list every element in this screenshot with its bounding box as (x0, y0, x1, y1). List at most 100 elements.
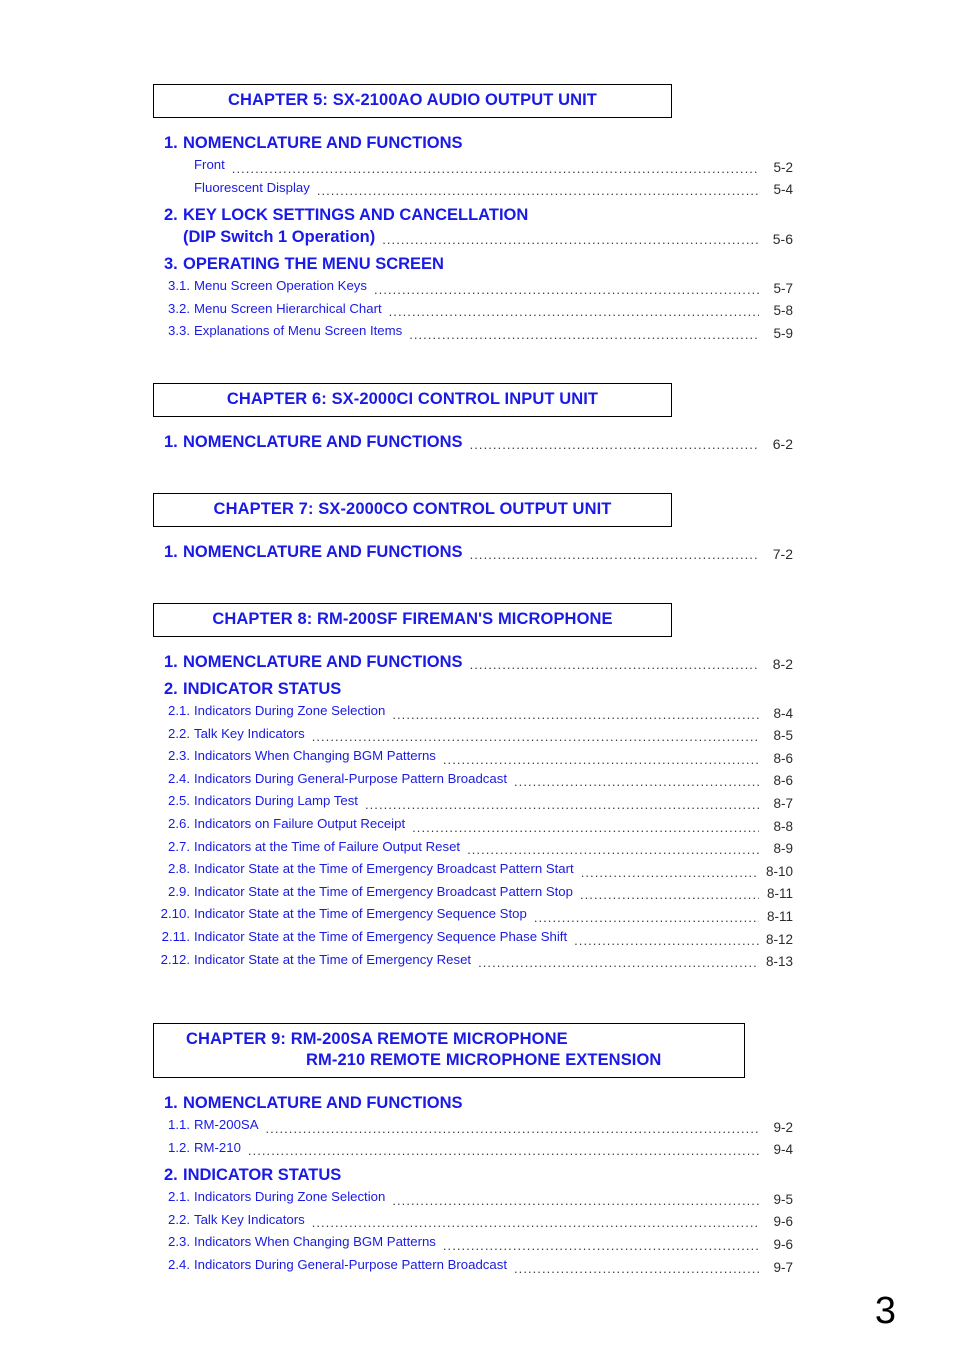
toc-entry-9-1-2[interactable]: 1.2. RM-210 ............................… (153, 1137, 793, 1160)
toc-entry-8-2-1[interactable]: 2.1. Indicators During Zone Selection ..… (153, 700, 793, 723)
section-9-2-number: 2. (164, 1166, 178, 1185)
toc-entry-title: RM-210 (194, 1139, 241, 1155)
toc-entry-8-2-6[interactable]: 2.6. Indicators on Failure Output Receip… (153, 813, 793, 836)
toc-entry-number: 2.1. (168, 702, 190, 718)
toc-entry-number: 2.11. (161, 928, 190, 944)
toc-entry-page: 9-2 (773, 1119, 793, 1135)
section-5-2[interactable]: 2. KEY LOCK SETTINGS AND CANCELLATION (DI… (153, 204, 793, 248)
toc-entry-8-2-9[interactable]: 2.9. Indicator State at the Time of Emer… (153, 881, 793, 904)
leader-dots: ........................................… (409, 328, 759, 341)
toc-entry-8-2-11[interactable]: 2.11. Indicator State at the Time of Eme… (153, 926, 793, 949)
toc-entry-8-2-7[interactable]: 2.7. Indicators at the Time of Failure O… (153, 836, 793, 859)
chapter-banner-5: CHAPTER 5: SX-2100AO AUDIO OUTPUT UNIT (153, 84, 672, 118)
toc-entry-8-2-12[interactable]: 2.12. Indicator State at the Time of Eme… (153, 949, 793, 972)
toc-entry-title: Indicators on Failure Output Receipt (194, 815, 406, 831)
section-8-2-title: INDICATOR STATUS (183, 679, 342, 698)
toc-entry-number: 3.2. (168, 300, 190, 316)
leader-dots: ........................................… (382, 234, 759, 247)
toc-entry-8-2-8[interactable]: 2.8. Indicator State at the Time of Emer… (153, 858, 793, 881)
section-9-1[interactable]: 1. NOMENCLATURE AND FUNCTIONS (153, 1092, 793, 1114)
toc-entry-number: 2.10. (160, 906, 190, 922)
toc-entry-title: Indicators at the Time of Failure Output… (194, 838, 461, 854)
toc-entry-5-3-3[interactable]: 3.3. Explanations of Menu Screen Items .… (153, 320, 793, 343)
toc-entry-page: 5-9 (773, 325, 793, 341)
toc-entry-page: 9-4 (773, 1142, 793, 1158)
section-7-1-title: NOMENCLATURE AND FUNCTIONS (183, 542, 463, 561)
toc-entry-8-2-3[interactable]: 2.3. Indicators When Changing BGM Patter… (153, 745, 793, 768)
page-number: 3 (874, 1290, 896, 1332)
toc-entry-page: 8-13 (765, 954, 793, 970)
leader-dots: ........................................… (580, 866, 759, 879)
toc-entry-title: Indicator State at the Time of Emergency… (194, 928, 568, 944)
section-8-1-number: 1. (164, 652, 178, 671)
leader-dots: ........................................… (265, 1122, 760, 1135)
leader-dots: ........................................… (364, 798, 759, 811)
toc-entry-page: 8-8 (773, 818, 793, 834)
toc-entry-5-front[interactable]: Front ..................................… (153, 154, 793, 177)
toc-entry-number: 2.3. (168, 1234, 190, 1250)
leader-dots: ........................................… (514, 776, 759, 789)
toc-entry-number: 2.7. (168, 838, 190, 854)
toc-entry-page: 8-5 (773, 728, 793, 744)
toc-entry-8-2-10[interactable]: 2.10. Indicator State at the Time of Eme… (153, 903, 793, 926)
toc-entry-number: 2.2. (168, 1211, 190, 1227)
chapter-banner-9-title-line1: CHAPTER 9: RM-200SA REMOTE MICROPHONE (186, 1030, 568, 1049)
toc-entry-page: 9-6 (773, 1237, 793, 1253)
toc-entry-number: 3.1. (168, 278, 190, 294)
chapter-banner-9-title-line2: RM-210 REMOTE MICROPHONE EXTENSION (306, 1051, 662, 1070)
leader-dots: ........................................… (579, 889, 759, 902)
toc-entry-page: 8-7 (773, 795, 793, 811)
toc-entry-page: 8-11 (766, 886, 793, 902)
section-5-2-page: 5-6 (772, 231, 793, 248)
section-9-2-title: INDICATOR STATUS (183, 1166, 342, 1185)
leader-dots: ........................................… (478, 957, 759, 970)
toc-entry-page: 5-4 (773, 182, 793, 198)
section-6-1-title: NOMENCLATURE AND FUNCTIONS (183, 432, 463, 451)
section-5-1-number: 1. (164, 134, 178, 152)
leader-dots: ........................................… (469, 438, 759, 451)
section-5-2-title: KEY LOCK SETTINGS AND CANCELLATION (183, 206, 529, 225)
toc-entry-number: 2.12. (160, 951, 190, 967)
toc-entry-9-2-4[interactable]: 2.4. Indicators During General-Purpose P… (153, 1254, 793, 1277)
toc-entry-9-2-1[interactable]: 2.1. Indicators During Zone Selection ..… (153, 1186, 793, 1209)
section-9-2[interactable]: 2. INDICATOR STATUS (153, 1164, 793, 1186)
section-6-1-number: 1. (164, 432, 178, 451)
toc-entry-8-2-2[interactable]: 2.2. Talk Key Indicators ...............… (153, 723, 793, 746)
toc-entry-page: 5-7 (773, 280, 793, 296)
toc-entry-9-1-1[interactable]: 1.1. RM-200SA ..........................… (153, 1114, 793, 1137)
toc-entry-5-3-2[interactable]: 3.2. Menu Screen Hierarchical Chart ....… (153, 298, 793, 321)
section-9-1-title: NOMENCLATURE AND FUNCTIONS (183, 1094, 463, 1113)
toc-entry-number: 2.3. (168, 748, 190, 764)
toc-entry-9-2-2[interactable]: 2.2. Talk Key Indicators ...............… (153, 1209, 793, 1232)
chapter-banner-7-title: CHAPTER 7: SX-2000CO CONTROL OUTPUT UNIT (213, 499, 612, 518)
leader-dots: ........................................… (374, 283, 759, 296)
section-6-1[interactable]: 1. NOMENCLATURE AND FUNCTIONS ..........… (153, 431, 793, 453)
leader-dots: ........................................… (247, 1145, 759, 1158)
toc-entry-title: Indicators During Lamp Test (194, 793, 358, 809)
toc-entry-8-2-5[interactable]: 2.5. Indicators During Lamp Test .......… (153, 790, 793, 813)
section-5-3[interactable]: 3. OPERATING THE MENU SCREEN (153, 253, 793, 275)
leader-dots: ........................................… (467, 844, 759, 857)
toc-entry-5-fluorescent-display[interactable]: Fluorescent Display ....................… (153, 177, 793, 200)
toc-entry-8-2-4[interactable]: 2.4. Indicators During General-Purpose P… (153, 768, 793, 791)
toc-entry-title: Indicators When Changing BGM Patterns (194, 1234, 436, 1250)
toc-entry-title: Indicator State at the Time of Emergency… (194, 951, 472, 967)
toc-entry-title: Indicator State at the Time of Emergency… (194, 883, 573, 899)
chapter-banner-6: CHAPTER 6: SX-2000CI CONTROL INPUT UNIT (153, 382, 672, 417)
section-5-1[interactable]: 1. NOMENCLATURE AND FUNCTIONS (153, 132, 793, 154)
toc-entry-page: 9-7 (773, 1259, 793, 1275)
toc-entry-5-3-1[interactable]: 3.1. Menu Screen Operation Keys ........… (153, 275, 793, 298)
section-7-1[interactable]: 1. NOMENCLATURE AND FUNCTIONS ..........… (153, 541, 793, 563)
section-8-1[interactable]: 1. NOMENCLATURE AND FUNCTIONS ..........… (153, 651, 793, 673)
toc-entry-page: 5-8 (773, 303, 793, 319)
toc-entry-page: 8-10 (765, 863, 793, 879)
toc-entry-number: 3.3. (168, 323, 190, 339)
toc-entry-9-2-3[interactable]: 2.3. Indicators When Changing BGM Patter… (153, 1231, 793, 1254)
toc-entry-title: RM-200SA (194, 1117, 259, 1133)
toc-entry-title: Indicators When Changing BGM Patterns (194, 748, 436, 764)
chapter-banner-5-title: CHAPTER 5: SX-2100AO AUDIO OUTPUT UNIT (228, 91, 597, 109)
section-8-2[interactable]: 2. INDICATOR STATUS (153, 678, 793, 700)
chapter-banner-7: CHAPTER 7: SX-2000CO CONTROL OUTPUT UNIT (153, 492, 672, 527)
section-5-3-title: OPERATING THE MENU SCREEN (183, 255, 444, 274)
leader-dots: ........................................… (316, 185, 759, 198)
